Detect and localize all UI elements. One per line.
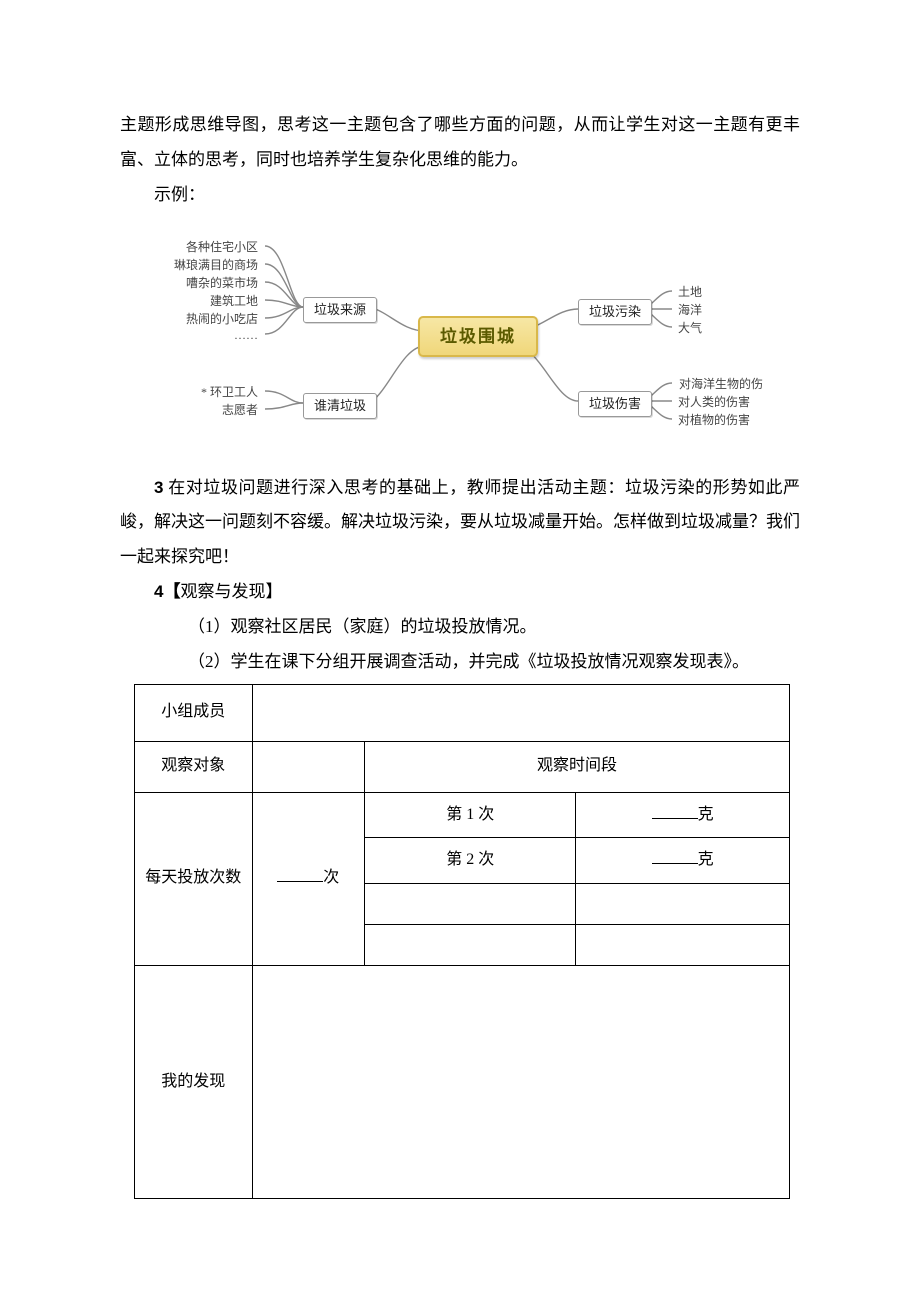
branch-source: 垃圾来源 — [303, 297, 377, 323]
cell-weight-2: 克 — [576, 838, 790, 884]
branch-cleaner: 谁清垃圾 — [303, 393, 377, 419]
branch-pollution: 垃圾污染 — [578, 299, 652, 325]
number-3: 3 — [154, 478, 163, 497]
cell-findings-label: 我的发现 — [135, 966, 253, 1199]
cell-observe-time-label: 观察时间段 — [365, 741, 790, 792]
cell-weight-1: 克 — [576, 792, 790, 838]
cell-findings-value — [252, 966, 789, 1199]
observation-table: 小组成员 观察对象 观察时间段 每天投放次数 次 第 1 次 克 第 2 次 克 — [134, 684, 790, 1200]
bracket-open: 【 — [163, 582, 180, 601]
example-label: 示例： — [120, 178, 800, 213]
section-observe-title: 观察与发现】 — [180, 582, 282, 601]
document-page: 主题形成思维导图，思考这一主题包含了哪些方面的问题，从而让学生对这一主题有更丰富… — [0, 0, 920, 1301]
cell-empty — [576, 884, 790, 925]
table-row: 小组成员 — [135, 684, 790, 741]
cell-observe-target-label: 观察对象 — [135, 741, 253, 792]
paragraph-intro: 主题形成思维导图，思考这一主题包含了哪些方面的问题，从而让学生对这一主题有更丰富… — [120, 108, 800, 178]
task-item-2: （2）学生在课下分组开展调查活动，并完成《垃圾投放情况观察发现表》。 — [120, 645, 800, 680]
cell-group-members-value — [252, 684, 789, 741]
unit-grams: 克 — [698, 851, 714, 868]
cell-observe-target-value — [252, 741, 365, 792]
unit-grams: 克 — [698, 806, 714, 823]
unit-times: 次 — [323, 869, 339, 886]
branch-harm: 垃圾伤害 — [578, 391, 652, 417]
section-observe-heading: 4【观察与发现】 — [120, 575, 800, 610]
mindmap-diagram: 垃圾围城 垃圾来源 谁清垃圾 垃圾污染 垃圾伤害 各种住宅小区 琳琅满目的商场 … — [140, 231, 790, 441]
cell-empty — [576, 925, 790, 966]
paragraph-prompt-text: 在对垃圾问题进行深入思考的基础上，教师提出活动主题：垃圾污染的形势如此严峻，解决… — [120, 478, 800, 567]
leaf-item: …… — [228, 325, 264, 346]
cell-group-members-label: 小组成员 — [135, 684, 253, 741]
cell-throws-per-day-label: 每天投放次数 — [135, 792, 253, 966]
mindmap-center: 垃圾围城 — [418, 316, 538, 357]
cell-empty — [365, 884, 576, 925]
table-row: 每天投放次数 次 第 1 次 克 — [135, 792, 790, 838]
cell-throws-count: 次 — [252, 792, 365, 966]
paragraph-prompt: 3 在对垃圾问题进行深入思考的基础上，教师提出活动主题：垃圾污染的形势如此严峻，… — [120, 471, 800, 576]
leaf-item: 对植物的伤害 — [672, 410, 756, 431]
cell-empty — [365, 925, 576, 966]
blank-underline — [277, 865, 323, 882]
cell-first-time-label: 第 1 次 — [365, 792, 576, 838]
leaf-item: 大气 — [672, 318, 708, 339]
blank-underline — [652, 847, 698, 864]
table-row: 观察对象 观察时间段 — [135, 741, 790, 792]
blank-underline — [652, 802, 698, 819]
cell-second-time-label: 第 2 次 — [365, 838, 576, 884]
leaf-item: 志愿者 — [216, 400, 264, 421]
task-item-1: （1）观察社区居民（家庭）的垃圾投放情况。 — [120, 610, 800, 645]
table-row: 我的发现 — [135, 966, 790, 1199]
